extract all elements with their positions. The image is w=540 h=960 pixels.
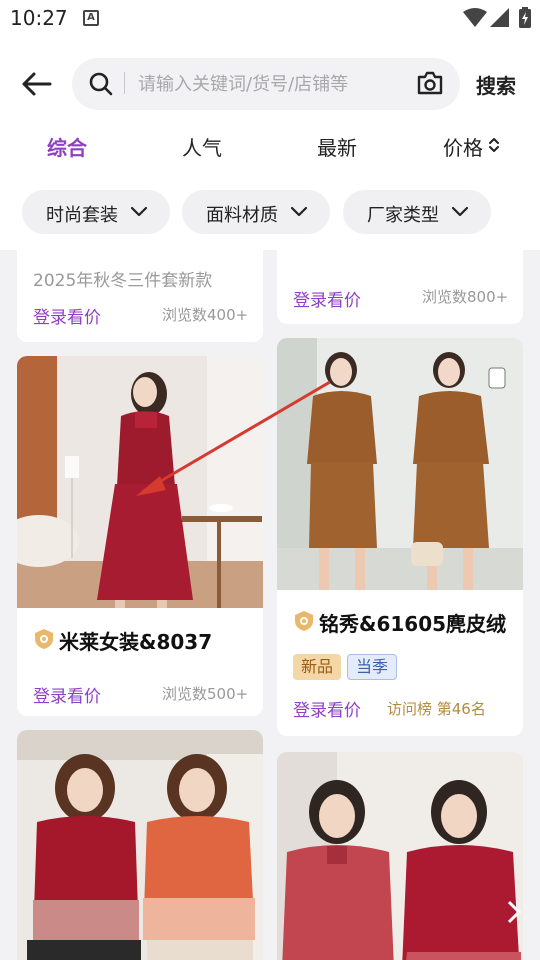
view-count: 浏览数400+	[162, 306, 249, 324]
filter-label: 时尚套装	[46, 205, 118, 226]
signal-icon	[490, 8, 509, 27]
product-subtitle: 2025年秋冬三件套新款	[33, 271, 213, 291]
login-to-see-price[interactable]: 登录看价	[293, 696, 361, 721]
product-image[interactable]	[17, 356, 263, 608]
view-count: 浏览数500+	[162, 685, 249, 703]
product-card[interactable]	[277, 752, 523, 960]
chevron-down-icon	[130, 206, 148, 217]
price-sort-icon	[489, 138, 499, 152]
battery-icon	[519, 7, 531, 28]
status-bar: 10:27 A	[0, 0, 540, 40]
search-input[interactable]	[138, 68, 408, 100]
product-name: 铭秀&61605麂皮绒	[319, 612, 507, 636]
filter-label: 面料材质	[206, 205, 278, 226]
login-to-see-price[interactable]: 登录看价	[33, 682, 101, 707]
tab-popularity[interactable]: 人气	[182, 132, 222, 161]
chevron-down-icon	[451, 206, 469, 217]
login-to-see-price[interactable]: 登录看价	[33, 303, 101, 328]
tag-new: 新品	[293, 654, 342, 680]
back-arrow-icon[interactable]	[20, 70, 54, 98]
tab-price[interactable]: 价格	[443, 132, 483, 161]
product-name: 米莱女装&8037	[59, 630, 213, 654]
product-image[interactable]	[17, 730, 263, 960]
product-card[interactable]: 2025年秋冬三件套新款 登录看价 浏览数400+	[17, 250, 263, 342]
camera-icon[interactable]	[416, 70, 444, 96]
product-feed: 2025年秋冬三件套新款 登录看价 浏览数400+ 登录看价 浏览数800+ 米…	[0, 250, 540, 960]
sort-tabs: 综合 人气 最新 价格	[0, 128, 540, 172]
filter-label: 厂家类型	[367, 205, 439, 226]
search-divider	[124, 72, 125, 94]
filter-chips: 时尚套装 面料材质 厂家类型	[0, 190, 540, 236]
product-card[interactable]	[17, 730, 263, 960]
search-icon	[89, 72, 113, 96]
tab-newest[interactable]: 最新	[317, 132, 357, 161]
login-to-see-price[interactable]: 登录看价	[293, 286, 361, 311]
chevron-down-icon	[290, 206, 308, 217]
search-bar	[72, 58, 460, 110]
search-button[interactable]: 搜索	[476, 70, 516, 99]
tab-comprehensive[interactable]: 综合	[47, 132, 87, 161]
tag-in-season: 当季	[347, 654, 398, 680]
shield-badge-icon	[35, 629, 53, 649]
product-card[interactable]: 米莱女装&8037 登录看价 浏览数500+	[17, 356, 263, 716]
product-card[interactable]: 登录看价 浏览数800+	[277, 250, 523, 324]
product-image[interactable]	[277, 752, 523, 960]
search-header: 搜索 综合 人气 最新 价格 时尚套装 面料材质 厂家类型	[0, 40, 540, 250]
filter-fashion-set[interactable]: 时尚套装	[22, 190, 170, 234]
filter-manufacturer[interactable]: 厂家类型	[343, 190, 491, 234]
visit-rank: 访问榜 第46名	[387, 700, 486, 718]
view-count: 浏览数800+	[422, 288, 509, 306]
product-card[interactable]: 铭秀&61605麂皮绒 新品 当季 登录看价 访问榜 第46名	[277, 338, 523, 736]
filter-fabric[interactable]: 面料材质	[182, 190, 330, 234]
wifi-icon	[463, 8, 487, 27]
shield-badge-icon	[295, 611, 313, 631]
product-image[interactable]	[277, 338, 523, 590]
notification-a-icon: A	[83, 10, 99, 26]
status-time: 10:27	[10, 6, 68, 30]
